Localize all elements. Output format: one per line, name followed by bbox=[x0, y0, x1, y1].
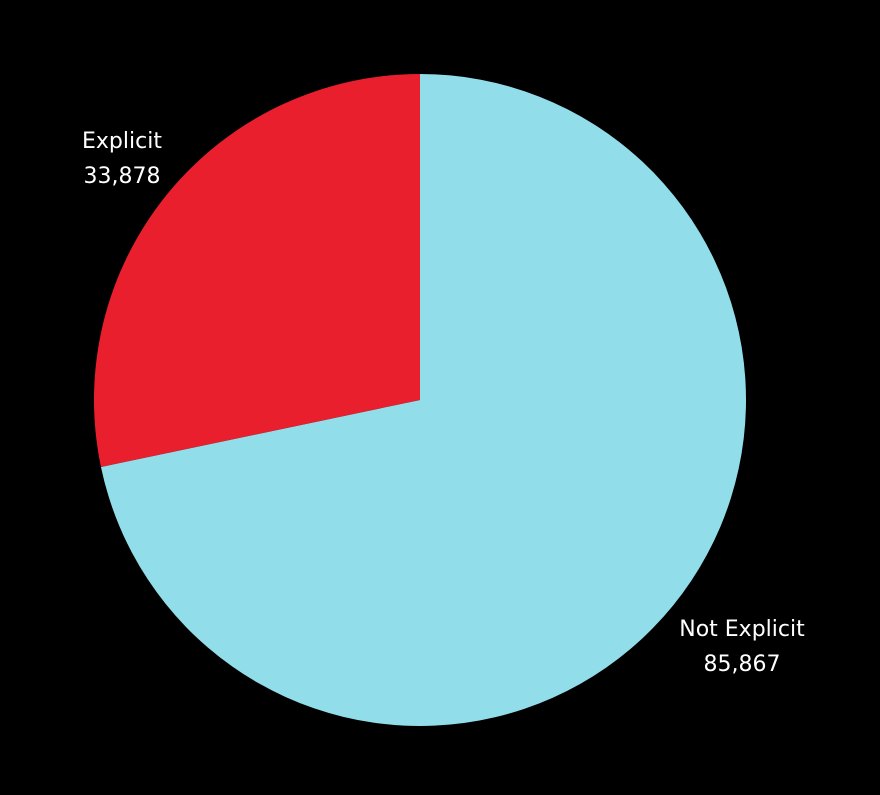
slice-value-explicit: 33,878 bbox=[84, 164, 161, 189]
slice-value-not-explicit: 85,867 bbox=[704, 652, 781, 677]
slice-label-explicit: Explicit bbox=[82, 129, 162, 154]
pie-chart: Explicit 33,878 Not Explicit 85,867 bbox=[82, 74, 805, 727]
pie-slices bbox=[94, 74, 747, 727]
slice-label-not-explicit: Not Explicit bbox=[679, 617, 805, 642]
